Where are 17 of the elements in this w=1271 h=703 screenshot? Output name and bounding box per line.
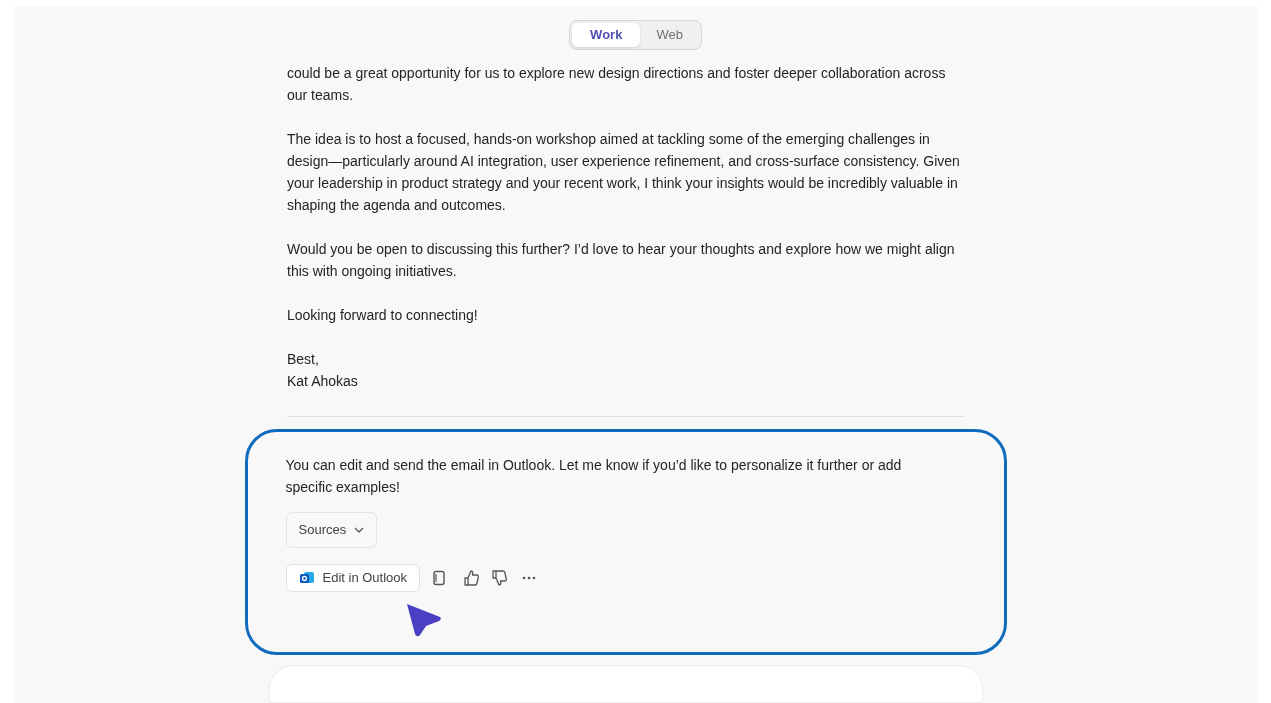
copy-icon[interactable]: [432, 570, 447, 586]
edit-in-outlook-button[interactable]: Edit in Outlook: [285, 564, 421, 592]
thumbs-up-icon[interactable]: [462, 569, 481, 587]
thumbs-down-icon[interactable]: [490, 569, 509, 587]
email-paragraph: Would you be open to discussing this further? I’d love to hear your thoughts and explore how we might align this with ongoing initiatives.: [287, 240, 956, 281]
assistant-message: You can edit and send the email in Outlook. Let me know if you’d like to personalize it further or add specific examples!: [285, 456, 903, 497]
email-signoff: Best,: [287, 350, 320, 369]
mode-tab[interactable]: Work: [572, 23, 641, 47]
email-paragraph: could be a great opportunity for us to explore new design directions and foster deeper collaboration across our teams.: [287, 64, 947, 105]
outlook-logo-icon: [298, 571, 315, 585]
email-paragraph: Looking forward to connecting!: [287, 306, 479, 325]
mode-tab[interactable]: Web: [640, 23, 699, 47]
email-paragraph: The idea is to host a focused, hands-on workshop aimed at tackling some of the emerging challenges in design—particularly around AI integration, user experience refinement, and cross-surface consistency. Given your leadership in product strategy and your recent work, I think your insights would be incredibly valuable in shaping the agenda and outcomes.: [287, 130, 961, 215]
email-signature: Kat Ahokas: [287, 372, 359, 391]
sources-dropdown[interactable]: Sources: [285, 512, 378, 548]
more-options-icon[interactable]: [522, 576, 537, 580]
chevron-down-icon: [354, 527, 365, 533]
